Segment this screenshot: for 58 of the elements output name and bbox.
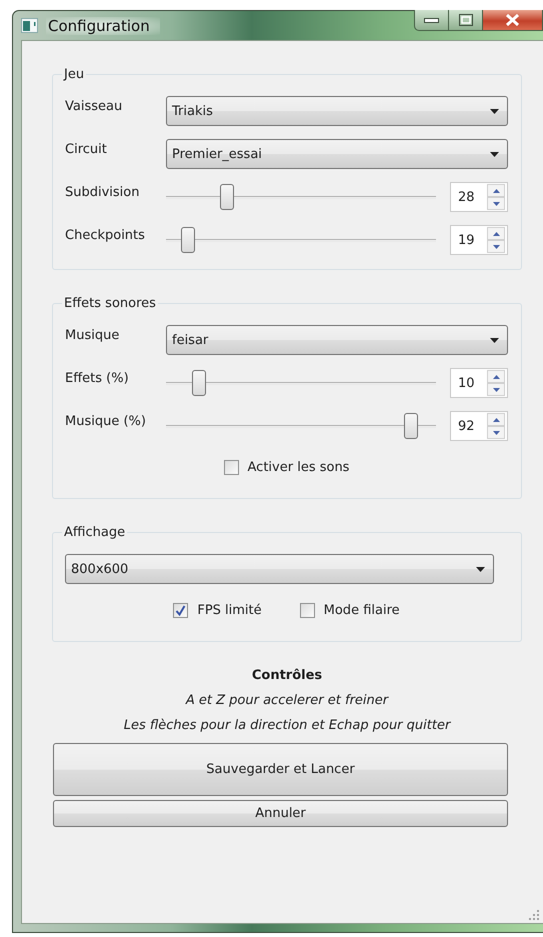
slider[interactable] [166,227,436,253]
checkbox[interactable] [300,602,315,618]
caret-icon [490,338,499,342]
save-launch-button[interactable]: Sauvegarder et Lancer [53,743,508,796]
checkbox[interactable] [173,602,188,618]
instruction-text: Les flèches pour la direction et Echap pour quitter [124,718,450,733]
cancel-button[interactable]: Annuler [53,800,508,827]
down-arrow-icon[interactable] [492,244,500,248]
field-label: Circuit [65,141,108,157]
checkbox-label: FPS limité [197,602,262,618]
slider-thumb[interactable] [220,184,234,210]
down-arrow-icon[interactable] [492,388,500,392]
dropdown[interactable]: 800x600 [65,554,494,584]
dropdown[interactable]: Premier_essai [166,139,508,169]
section-heading: Contrôles [252,668,322,683]
field-label: Musique (%) [65,413,147,429]
caret-icon [476,566,485,572]
slider-thumb[interactable] [404,413,418,439]
field-label: Checkpoints [65,227,146,243]
slider[interactable] [166,413,436,439]
up-arrow-icon[interactable] [492,374,500,378]
group-title: Affichage [63,525,126,540]
maximize-icon [458,14,472,26]
field-label: Musique [65,327,120,343]
slider-thumb[interactable] [181,227,196,253]
field-label: Vaisseau [65,98,124,114]
spin-box[interactable]: 92 [450,411,508,441]
maximize-button[interactable] [449,10,483,31]
slider-thumb[interactable] [192,370,206,396]
down-arrow-icon[interactable] [492,202,500,206]
spin-box[interactable]: 28 [450,182,508,212]
checkbox-label: Activer les sons [248,460,350,474]
up-arrow-icon[interactable] [492,418,500,422]
instruction-text: A et Z pour accelerer et freiner [186,693,388,708]
resize-grip-icon[interactable] [529,910,539,920]
close-icon [505,14,520,26]
caret-icon [490,108,499,114]
spin-box[interactable]: 10 [450,368,508,398]
checkbox-label: Mode filaire [324,602,400,618]
minimize-button[interactable] [414,10,449,31]
field-label: Effets (%) [65,370,130,386]
dropdown[interactable]: feisar [166,325,508,355]
field-label: Subdivision [65,184,140,200]
caret-icon [490,152,499,156]
close-button[interactable] [483,10,543,31]
minimize-icon [424,18,439,22]
checkbox[interactable] [224,460,239,474]
window-title: Configuration [46,16,160,34]
up-arrow-icon[interactable] [492,188,500,192]
group-title: Effets sonores [63,296,157,311]
spin-box[interactable]: 19 [450,225,508,255]
app-icon [21,18,38,33]
down-arrow-icon[interactable] [492,430,500,434]
group-title: Jeu [62,67,86,82]
dropdown[interactable]: Triakis [166,96,508,126]
up-arrow-icon[interactable] [492,232,500,236]
slider[interactable] [166,370,436,396]
slider[interactable] [166,184,436,210]
